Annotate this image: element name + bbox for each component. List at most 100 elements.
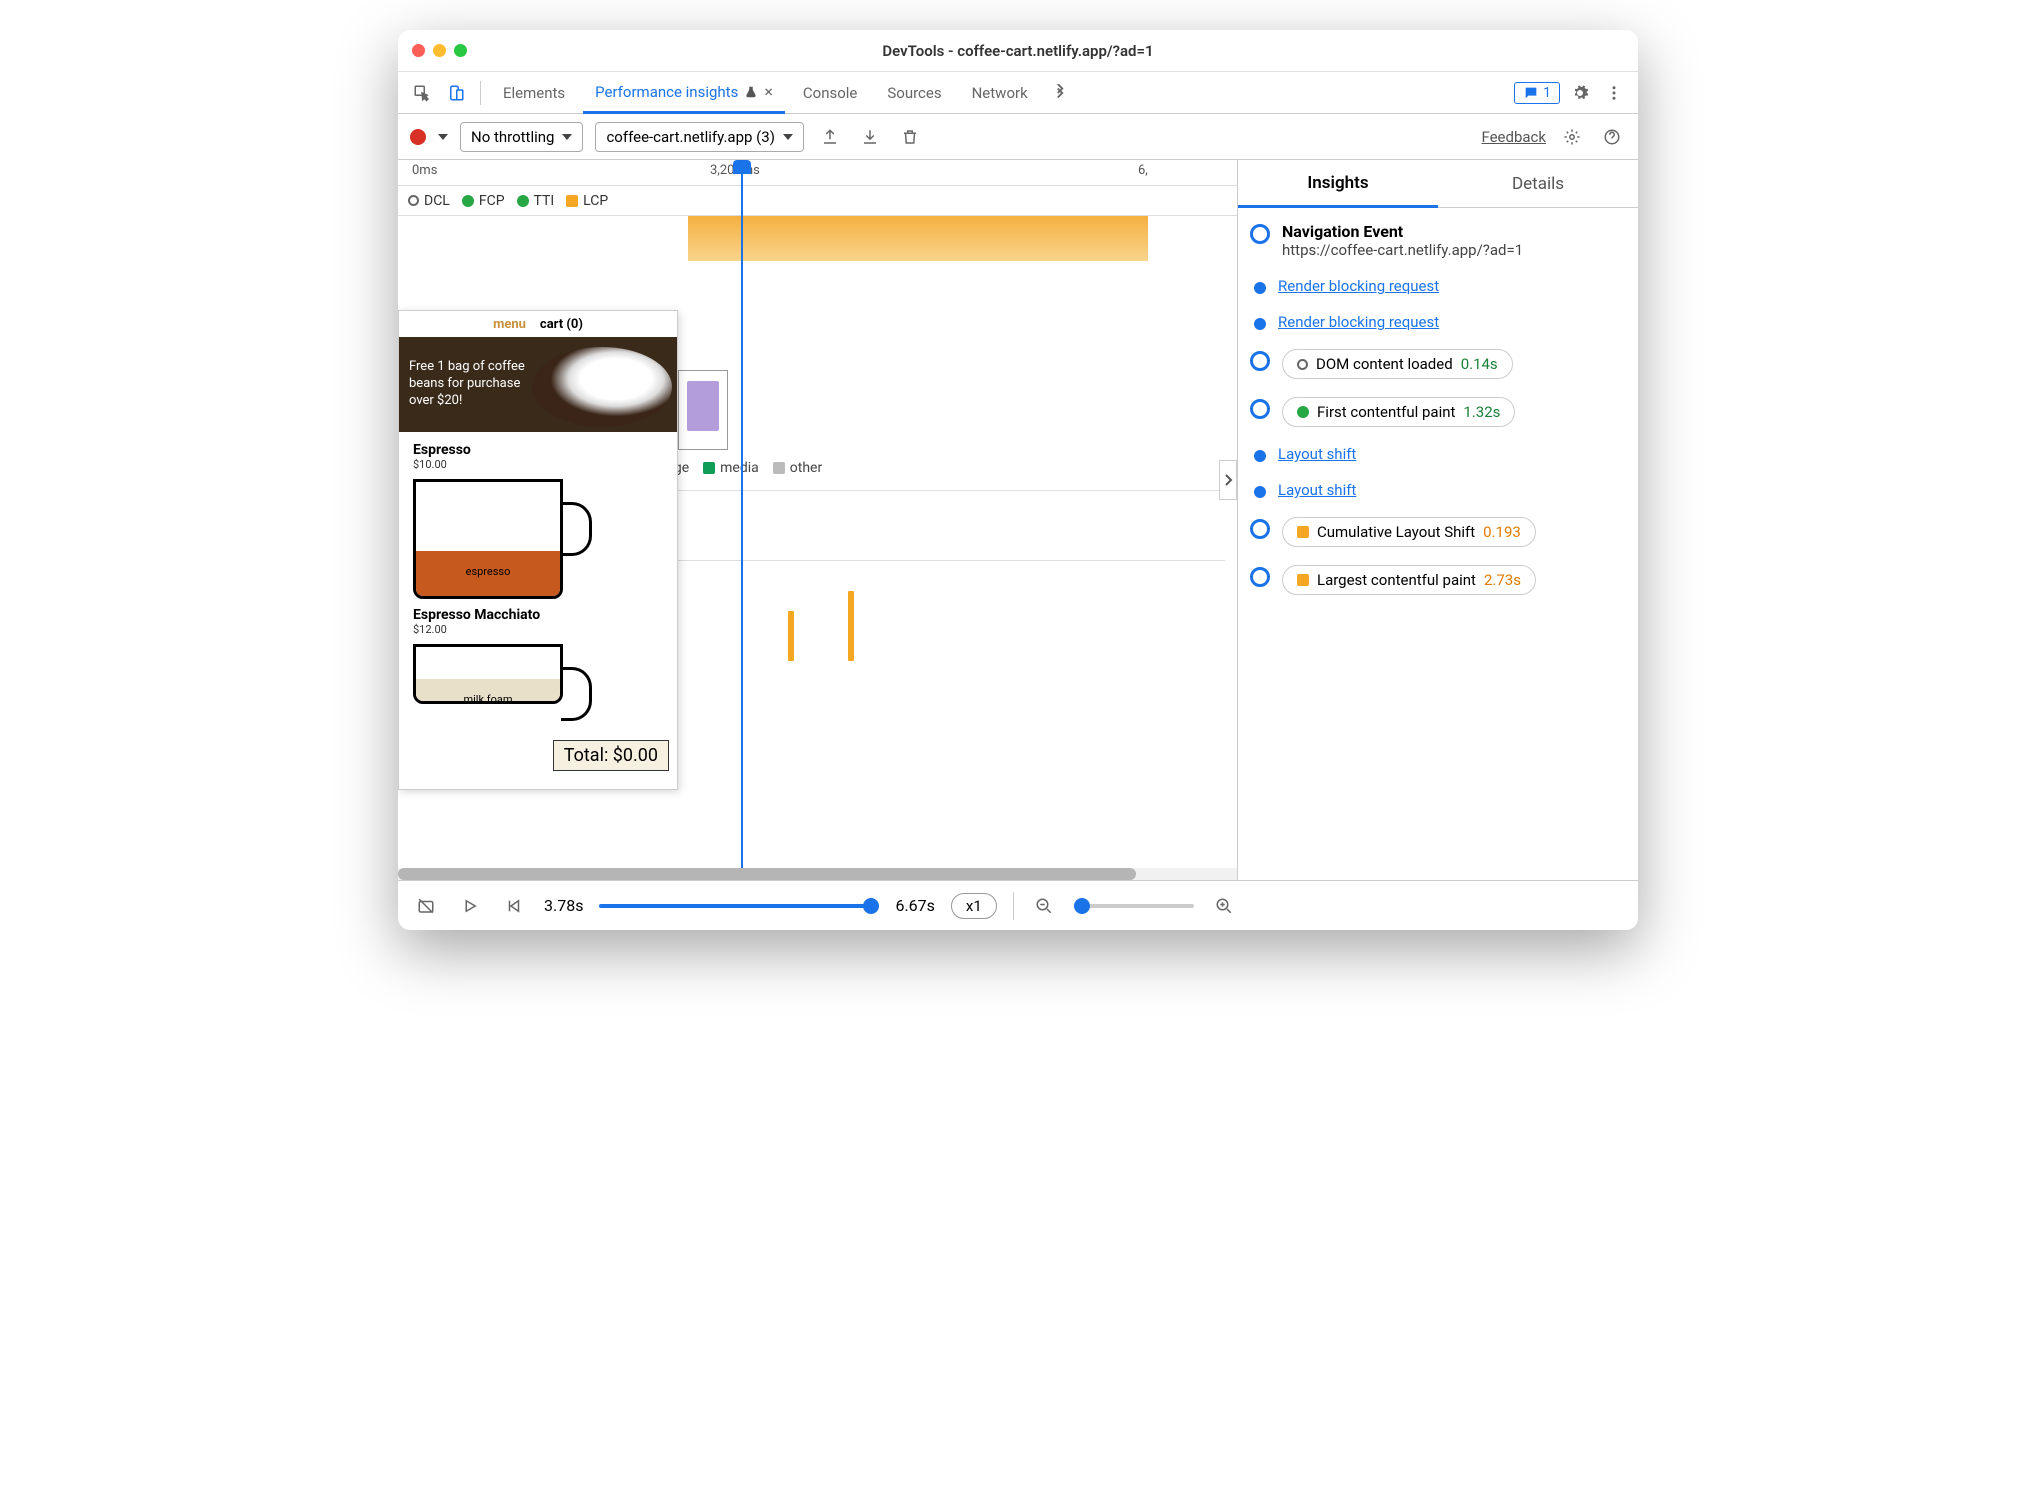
timeline-node-icon: [1254, 486, 1266, 498]
coffee-cup-image: [532, 347, 672, 427]
perf-toolbar: No throttling coffee-cart.netlify.app (3…: [398, 114, 1638, 160]
tab-elements[interactable]: Elements: [491, 72, 577, 114]
issues-count: 1: [1543, 85, 1551, 101]
divider: [1013, 892, 1014, 920]
markers-row: DCL FCP TTI LCP: [398, 186, 1237, 216]
record-button[interactable]: [410, 129, 426, 145]
marker-dcl: DCL: [408, 193, 450, 209]
insight-layout-shift[interactable]: Layout shift: [1250, 481, 1626, 499]
slider-thumb[interactable]: [1074, 898, 1090, 914]
rewind-icon[interactable]: [500, 892, 528, 920]
cls-square-icon: [1297, 526, 1309, 538]
inspect-element-icon[interactable]: [408, 79, 436, 107]
preview-banner-text: Free 1 bag of coffee beans for purchase …: [409, 359, 529, 410]
metric-value: 2.73s: [1484, 571, 1521, 589]
insight-link[interactable]: Render blocking request: [1278, 277, 1439, 295]
preview-menu: menu: [493, 317, 526, 332]
main-thread-block[interactable]: [688, 216, 1148, 261]
insight-link[interactable]: Layout shift: [1278, 481, 1356, 499]
preview-total: Total: $0.00: [553, 740, 669, 771]
chevron-down-icon: [783, 134, 793, 140]
timing-bar[interactable]: [788, 611, 794, 661]
tab-insights[interactable]: Insights: [1238, 160, 1438, 208]
kebab-menu-icon[interactable]: [1600, 79, 1628, 107]
timing-bar[interactable]: [848, 591, 854, 661]
preview-banner: Free 1 bag of coffee beans for purchase …: [399, 337, 677, 432]
insight-layout-shift[interactable]: Layout shift: [1250, 445, 1626, 463]
flask-icon: [744, 85, 758, 99]
timeline-node-icon: [1250, 399, 1270, 419]
fcp-dot-icon: [462, 195, 474, 207]
issues-button[interactable]: 1: [1514, 82, 1560, 104]
metric-label: DOM content loaded: [1316, 355, 1453, 373]
settings-icon[interactable]: [1566, 79, 1594, 107]
mug-illustration: milk foam: [413, 644, 563, 704]
timeline-node-icon: [1250, 351, 1270, 371]
timeline-node-icon: [1250, 519, 1270, 539]
insight-link[interactable]: Render blocking request: [1278, 313, 1439, 331]
zoom-level[interactable]: x1: [951, 893, 997, 919]
collapse-pane-button[interactable]: [1219, 460, 1237, 500]
screenshot-toggle-icon[interactable]: [412, 892, 440, 920]
window-title: DevTools - coffee-cart.netlify.app/?ad=1: [882, 42, 1153, 60]
marker-lcp: LCP: [566, 193, 608, 209]
timeline-pane[interactable]: 0ms 3,200ms 6, DCL FCP TTI LCP ▶ ▶ css j…: [398, 160, 1238, 880]
insight-dcl[interactable]: DOM content loaded 0.14s: [1250, 349, 1626, 379]
zoom-slider[interactable]: [1074, 904, 1194, 908]
insight-cls[interactable]: Cumulative Layout Shift 0.193: [1250, 517, 1626, 547]
export-icon[interactable]: [816, 123, 844, 151]
marker-tti: TTI: [517, 193, 555, 209]
tab-details[interactable]: Details: [1438, 160, 1638, 207]
mug-fill-label: milk foam: [416, 679, 560, 701]
legend-other-icon: [773, 462, 785, 474]
message-icon: [1523, 85, 1539, 101]
device-toolbar-icon[interactable]: [442, 79, 470, 107]
tab-sources[interactable]: Sources: [875, 72, 953, 114]
close-window-button[interactable]: [412, 44, 425, 57]
help-icon[interactable]: [1598, 123, 1626, 151]
metric-label: Cumulative Layout Shift: [1317, 523, 1475, 541]
play-icon[interactable]: [456, 892, 484, 920]
close-tab-icon[interactable]: ×: [764, 82, 773, 101]
nav-event-title: Navigation Event: [1282, 222, 1626, 241]
delete-icon[interactable]: [896, 123, 924, 151]
insight-link[interactable]: Layout shift: [1278, 445, 1356, 463]
tab-label: Performance insights: [595, 83, 738, 101]
feedback-link[interactable]: Feedback: [1481, 128, 1546, 146]
metric-value: 0.193: [1483, 523, 1521, 541]
playhead[interactable]: [741, 160, 743, 880]
throttling-select[interactable]: No throttling: [460, 122, 583, 152]
maximize-window-button[interactable]: [454, 44, 467, 57]
preview-nav: menu cart (0): [399, 311, 677, 337]
tti-dot-icon: [517, 195, 529, 207]
legend-media-icon: [703, 462, 715, 474]
more-tabs-icon[interactable]: [1046, 79, 1074, 107]
perf-settings-icon[interactable]: [1558, 123, 1586, 151]
scrollbar-thumb[interactable]: [398, 868, 1136, 880]
product-price: $12.00: [413, 623, 663, 636]
time-slider[interactable]: [599, 904, 879, 908]
tab-network[interactable]: Network: [960, 72, 1040, 114]
tab-performance-insights[interactable]: Performance insights ×: [583, 72, 785, 114]
filmstrip-thumbnail[interactable]: [678, 370, 728, 450]
insights-body: Navigation Event https://coffee-cart.net…: [1238, 208, 1638, 880]
product-name: Espresso Macchiato: [413, 607, 663, 623]
slider-thumb[interactable]: [863, 898, 879, 914]
insight-fcp[interactable]: First contentful paint 1.32s: [1250, 397, 1626, 427]
nav-event-url: https://coffee-cart.netlify.app/?ad=1: [1282, 241, 1626, 259]
minimize-window-button[interactable]: [433, 44, 446, 57]
insight-render-blocking[interactable]: Render blocking request: [1250, 277, 1626, 295]
insight-lcp[interactable]: Largest contentful paint 2.73s: [1250, 565, 1626, 595]
record-menu-caret[interactable]: [438, 134, 448, 140]
lcp-square-icon: [1297, 574, 1309, 586]
zoom-out-icon[interactable]: [1030, 892, 1058, 920]
zoom-in-icon[interactable]: [1210, 892, 1238, 920]
traffic-lights: [412, 44, 467, 57]
time-ruler[interactable]: 0ms 3,200ms 6,: [398, 160, 1237, 186]
tab-console[interactable]: Console: [791, 72, 870, 114]
session-select[interactable]: coffee-cart.netlify.app (3): [595, 122, 803, 152]
insight-render-blocking[interactable]: Render blocking request: [1250, 313, 1626, 331]
insights-tabs: Insights Details: [1238, 160, 1638, 208]
horizontal-scrollbar[interactable]: [398, 868, 1237, 880]
import-icon[interactable]: [856, 123, 884, 151]
